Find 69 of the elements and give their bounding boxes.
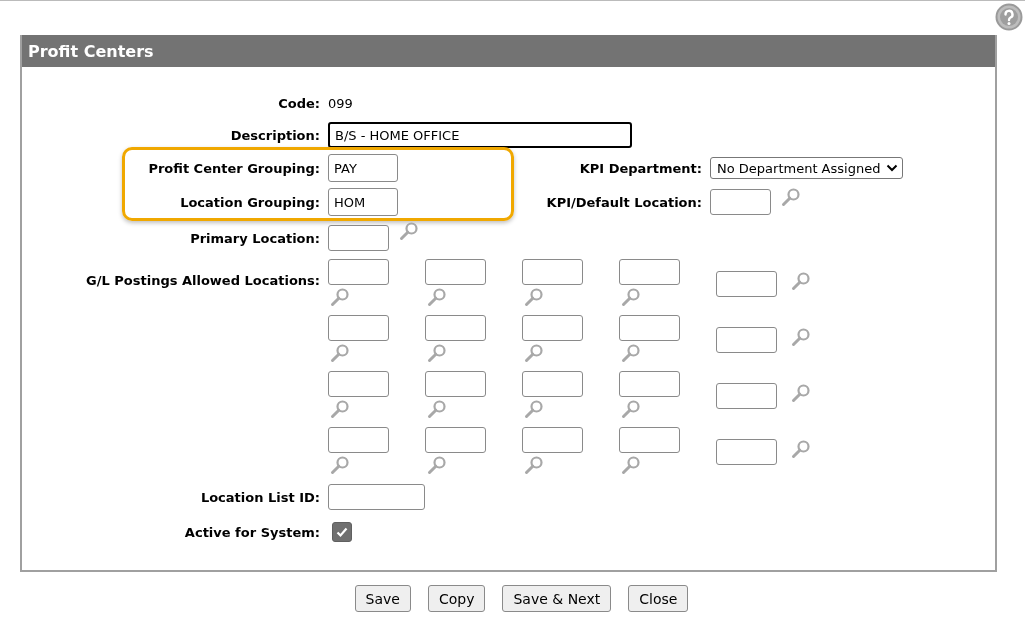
search-icon[interactable]	[399, 221, 419, 241]
input-field[interactable]: HOM	[328, 188, 398, 216]
input-field[interactable]	[619, 315, 680, 341]
input-field[interactable]	[425, 371, 486, 397]
search-icon[interactable]	[330, 287, 350, 307]
search-icon[interactable]	[524, 399, 544, 419]
action-button[interactable]: Save & Next	[502, 585, 612, 612]
field-label: Location List ID:	[200, 489, 320, 505]
action-button[interactable]: Copy	[427, 585, 486, 612]
field-label: Active for System:	[184, 524, 320, 540]
input-field[interactable]	[328, 484, 425, 510]
search-icon[interactable]	[427, 287, 447, 307]
search-icon[interactable]	[791, 327, 811, 347]
search-icon[interactable]	[621, 287, 641, 307]
search-icon[interactable]	[791, 383, 811, 403]
search-icon[interactable]	[791, 439, 811, 459]
action-button[interactable]: Save	[354, 585, 411, 612]
search-icon[interactable]	[330, 455, 350, 475]
search-icon[interactable]	[330, 343, 350, 363]
help-icon[interactable]	[995, 3, 1023, 31]
input-field[interactable]	[328, 259, 389, 285]
input-field[interactable]	[716, 383, 777, 409]
field-label: Profit Center Grouping:	[148, 160, 320, 176]
input-field[interactable]: B/S - HOME OFFICE	[328, 122, 632, 148]
input-field[interactable]	[522, 315, 583, 341]
search-icon[interactable]	[427, 455, 447, 475]
field-label: KPI/Default Location:	[546, 194, 702, 210]
field-label: Location Grouping:	[180, 194, 320, 210]
field-label: KPI Department:	[579, 160, 702, 176]
input-field[interactable]	[328, 225, 389, 251]
input-field[interactable]	[425, 427, 486, 453]
input-field[interactable]	[425, 259, 486, 285]
field-label: G/L Postings Allowed Locations:	[86, 273, 320, 288]
search-icon[interactable]	[621, 455, 641, 475]
input-field[interactable]	[716, 439, 777, 465]
input-field[interactable]	[522, 427, 583, 453]
field-label: Code:	[278, 95, 320, 111]
caret-icon	[886, 164, 899, 172]
input-field[interactable]	[716, 327, 777, 353]
input-field[interactable]	[710, 189, 771, 215]
search-icon[interactable]	[621, 343, 641, 363]
action-button[interactable]: Close	[628, 585, 689, 612]
input-field[interactable]	[328, 427, 389, 453]
checkbox[interactable]	[332, 522, 352, 542]
input-field[interactable]	[328, 371, 389, 397]
department-dropdown[interactable]: No Department Assigned	[710, 157, 904, 179]
search-icon[interactable]	[427, 343, 447, 363]
input-field[interactable]: PAY	[328, 154, 398, 182]
search-icon[interactable]	[781, 187, 801, 207]
panel-title: Profit Centers	[28, 41, 154, 61]
search-icon[interactable]	[427, 399, 447, 419]
search-icon[interactable]	[791, 271, 811, 291]
input-field[interactable]	[522, 371, 583, 397]
search-icon[interactable]	[621, 399, 641, 419]
input-field[interactable]	[328, 315, 389, 341]
field-label: Description:	[230, 127, 320, 143]
input-field[interactable]	[425, 315, 486, 341]
field-label: Primary Location:	[190, 230, 320, 246]
input-field[interactable]	[619, 259, 680, 285]
search-icon[interactable]	[524, 343, 544, 363]
input-field[interactable]	[522, 259, 583, 285]
search-icon[interactable]	[330, 399, 350, 419]
checkmark-icon	[335, 525, 349, 539]
input-field[interactable]	[619, 427, 680, 453]
search-icon[interactable]	[524, 455, 544, 475]
input-field[interactable]	[619, 371, 680, 397]
input-field[interactable]	[716, 271, 777, 297]
search-icon[interactable]	[524, 287, 544, 307]
code-value: 099	[328, 95, 354, 111]
